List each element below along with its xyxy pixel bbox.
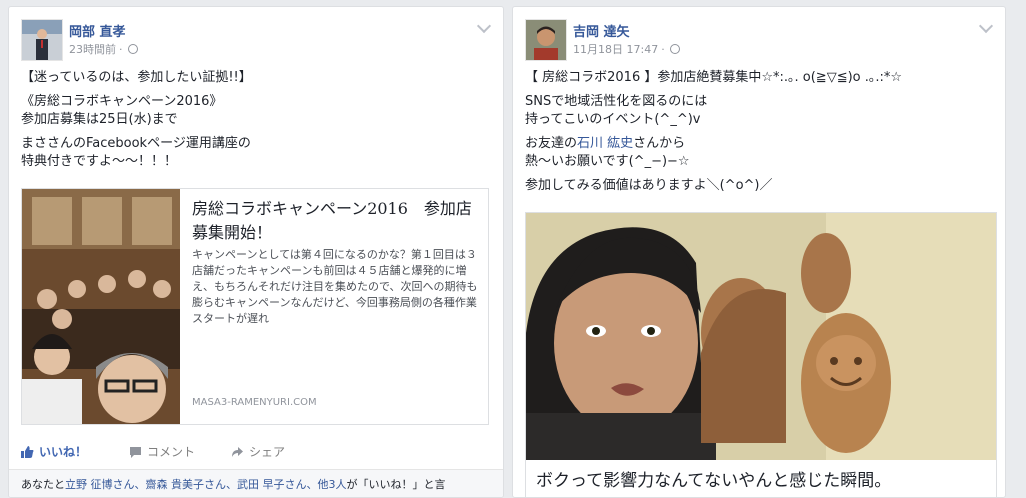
post-line-text: さんから: [633, 136, 686, 151]
photo-caption[interactable]: ボクって影響力なんてないやんと感じた瞬間。: [525, 460, 997, 497]
share-button[interactable]: シェア: [231, 443, 285, 460]
post-meta: 23時間前 ·: [69, 41, 138, 57]
like-label: いいね！: [39, 445, 88, 459]
post-line: 特典付きですよ〜〜！！！: [21, 154, 178, 169]
avatar[interactable]: [21, 19, 63, 61]
post-time[interactable]: 11月18日 17:47: [573, 43, 658, 56]
post-card-yoshioka: 吉岡 達矢 11月18日 17:47 · 【 房総コラボ2016 】参加店絶賛募集…: [512, 6, 1006, 498]
post-photo[interactable]: [525, 212, 997, 463]
post-line: 熱〜いお願いです(^_−)−☆: [525, 154, 690, 169]
post-text: 【 房総コラボ2016 】参加店絶賛募集中☆*:.｡. o(≧▽≦)o .｡.:…: [525, 69, 902, 201]
post-line: お友達の石川 紘史さんから: [525, 135, 902, 153]
chevron-down-icon[interactable]: [476, 18, 492, 34]
post-line: SNSで地域活性化を図るのには: [525, 94, 708, 109]
post-line: まささんのFacebookページ運用講座の: [21, 136, 251, 151]
post-time[interactable]: 23時間前: [69, 43, 116, 56]
post-line: 【迷っているのは、参加したい証拠!!】: [21, 70, 252, 85]
post-line: 参加してみる価値はありますよ＼(^o^)／: [525, 178, 773, 193]
separator-dot: ·: [661, 43, 665, 56]
comment-label: コメント: [147, 445, 196, 459]
post-line-text: お友達の: [525, 136, 578, 151]
share-icon: [232, 447, 243, 457]
like-summary: あなたと立野 征博さん、齋森 貴美子さん、武田 早子さん、他3人が「いいね！」と…: [9, 469, 503, 497]
post-line: 持ってこいのイベント(^_^)v: [525, 112, 701, 127]
globe-icon: [669, 44, 680, 54]
photo-caption-text: ボクって影響力なんてないやんと感じた瞬間。: [536, 471, 892, 491]
post-line: 【 房総コラボ2016 】参加店絶賛募集中☆*:.｡. o(≧▽≦)o .｡.:…: [525, 70, 903, 85]
like-button[interactable]: いいね！: [21, 443, 87, 460]
share-description: キャンペーンとしては第４回になるのかな？第１回目は３店舗だったキャンペーンも前回…: [192, 248, 478, 325]
thumbs-up-icon: [21, 446, 34, 458]
post-line: 《房総コラボキャンペーン2016》: [21, 94, 223, 109]
separator-dot: ·: [119, 43, 123, 56]
author-name[interactable]: 岡部 直孝: [69, 21, 126, 40]
post-card-okabe: 岡部 直孝 23時間前 · 【迷っているのは、参加したい証拠!!】 《房総コラボキ…: [8, 6, 504, 498]
mention-link[interactable]: 石川 紘史: [577, 136, 633, 151]
post-line: 参加店募集は25日(水)まで: [21, 112, 178, 127]
globe-icon: [127, 44, 138, 54]
share-title[interactable]: 房総コラボキャンペーン2016 参加店募集開始！: [192, 197, 482, 245]
share-label: シェア: [249, 445, 286, 459]
author-name[interactable]: 吉岡 達矢: [573, 21, 630, 40]
share-thumbnail[interactable]: [22, 189, 180, 424]
comment-icon: [130, 447, 141, 458]
post-text: 【迷っているのは、参加したい証拠!!】 《房総コラボキャンペーン2016》 参加…: [21, 69, 252, 177]
link-share-card[interactable]: 房総コラボキャンペーン2016 参加店募集開始！ キャンペーンとしては第４回にな…: [21, 188, 489, 425]
avatar[interactable]: [525, 19, 567, 61]
comment-button[interactable]: コメント: [129, 443, 195, 460]
post-meta: 11月18日 17:47 ·: [573, 41, 680, 57]
share-domain: MASA3-RAMENYURI.COM: [192, 397, 317, 408]
like-summary-text: あなたと立野 征博さん、齋森 貴美子さん、武田 早子さん、他3人が「いいね！」と…: [21, 476, 446, 492]
chevron-down-icon[interactable]: [978, 18, 994, 34]
